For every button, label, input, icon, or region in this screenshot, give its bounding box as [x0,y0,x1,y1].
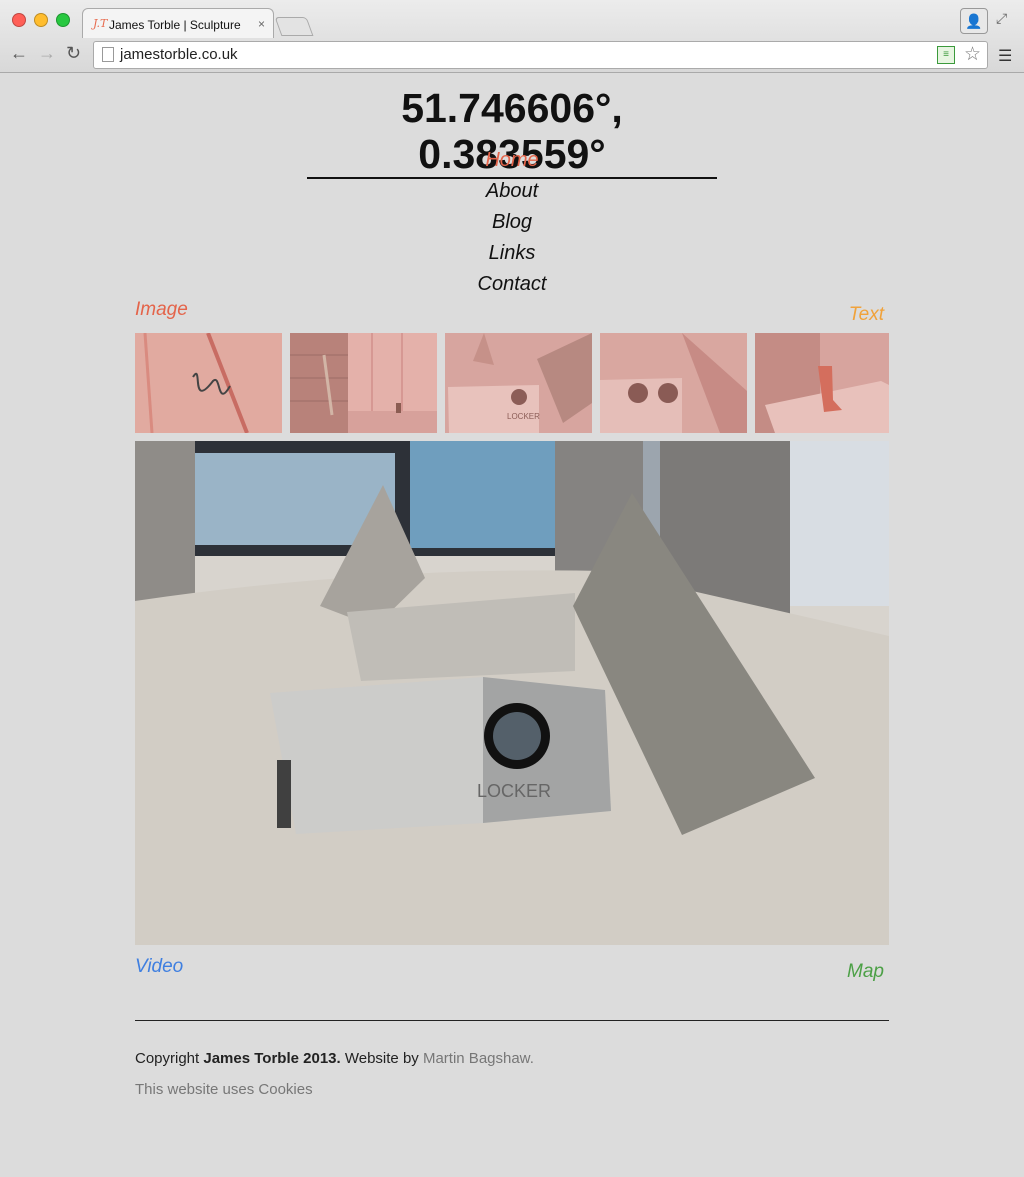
tab-close-icon[interactable]: × [258,17,265,31]
nav-blog[interactable]: Blog [412,207,612,238]
copyright-owner: James Torble 2013. [203,1050,341,1067]
footer-divider [135,1020,889,1021]
tab-title: James Torble | Sculpture [109,18,241,32]
address-bar[interactable]: jamestorble.co.uk ≡ ☆ [93,41,988,69]
nav-about[interactable]: About [412,176,612,207]
cookies-link[interactable]: Cookies [258,1081,312,1098]
forward-icon[interactable]: → [38,43,56,64]
nav-home[interactable]: Home [412,145,612,176]
video-link[interactable]: Video [135,956,183,978]
profile-icon[interactable]: 👤 [960,8,988,34]
featured-sculpture-image: LOCKER [135,441,889,945]
rss-icon[interactable]: ≡ [937,46,955,64]
website-by-label: Website by [344,1050,419,1067]
new-tab-button[interactable] [274,17,314,36]
designer-link[interactable]: Martin Bagshaw. [423,1050,534,1067]
cookies-notice: This website uses Cookies [135,1081,313,1098]
footer-copyright: Copyright James Torble 2013. Website by … [135,1050,534,1067]
minimize-window-button[interactable] [34,13,48,27]
main-navigation: Home About Blog Links Contact [412,145,612,300]
copyright-label: Copyright [135,1050,200,1067]
page-icon [102,47,114,62]
browser-menu-icon[interactable]: ☰ [998,46,1012,66]
close-window-button[interactable] [12,13,26,27]
thumbnail-1[interactable] [135,333,282,433]
thumbnail-3[interactable]: LOCKER [445,333,592,433]
thumbnail-4[interactable] [600,333,747,433]
thumbnail-5[interactable] [755,333,889,433]
fullscreen-icon[interactable]: ⤢ [996,10,1007,27]
bookmark-star-icon[interactable]: ☆ [964,43,981,66]
text-link[interactable]: Text [849,304,884,326]
back-icon[interactable]: ← [10,43,28,64]
nav-contact[interactable]: Contact [412,269,612,300]
window-controls [12,13,70,27]
favicon: J.T [93,17,108,30]
svg-text:LOCKER: LOCKER [507,412,540,421]
zoom-window-button[interactable] [56,13,70,27]
thumbnail-2[interactable] [290,333,437,433]
locker-label: LOCKER [477,781,551,801]
url-text[interactable]: jamestorble.co.uk [120,46,238,63]
thumbnail-strip: LOCKER [135,333,889,433]
browser-chrome: J.T James Torble | Sculpture × 👤 ⤢ ← → ↻… [0,0,1024,73]
nav-links[interactable]: Links [412,238,612,269]
reload-icon[interactable]: ↻ [66,43,81,64]
image-link[interactable]: Image [135,299,188,321]
map-link[interactable]: Map [847,961,884,983]
browser-tab[interactable]: J.T James Torble | Sculpture × [82,8,274,38]
cookies-text: This website uses [135,1081,255,1098]
